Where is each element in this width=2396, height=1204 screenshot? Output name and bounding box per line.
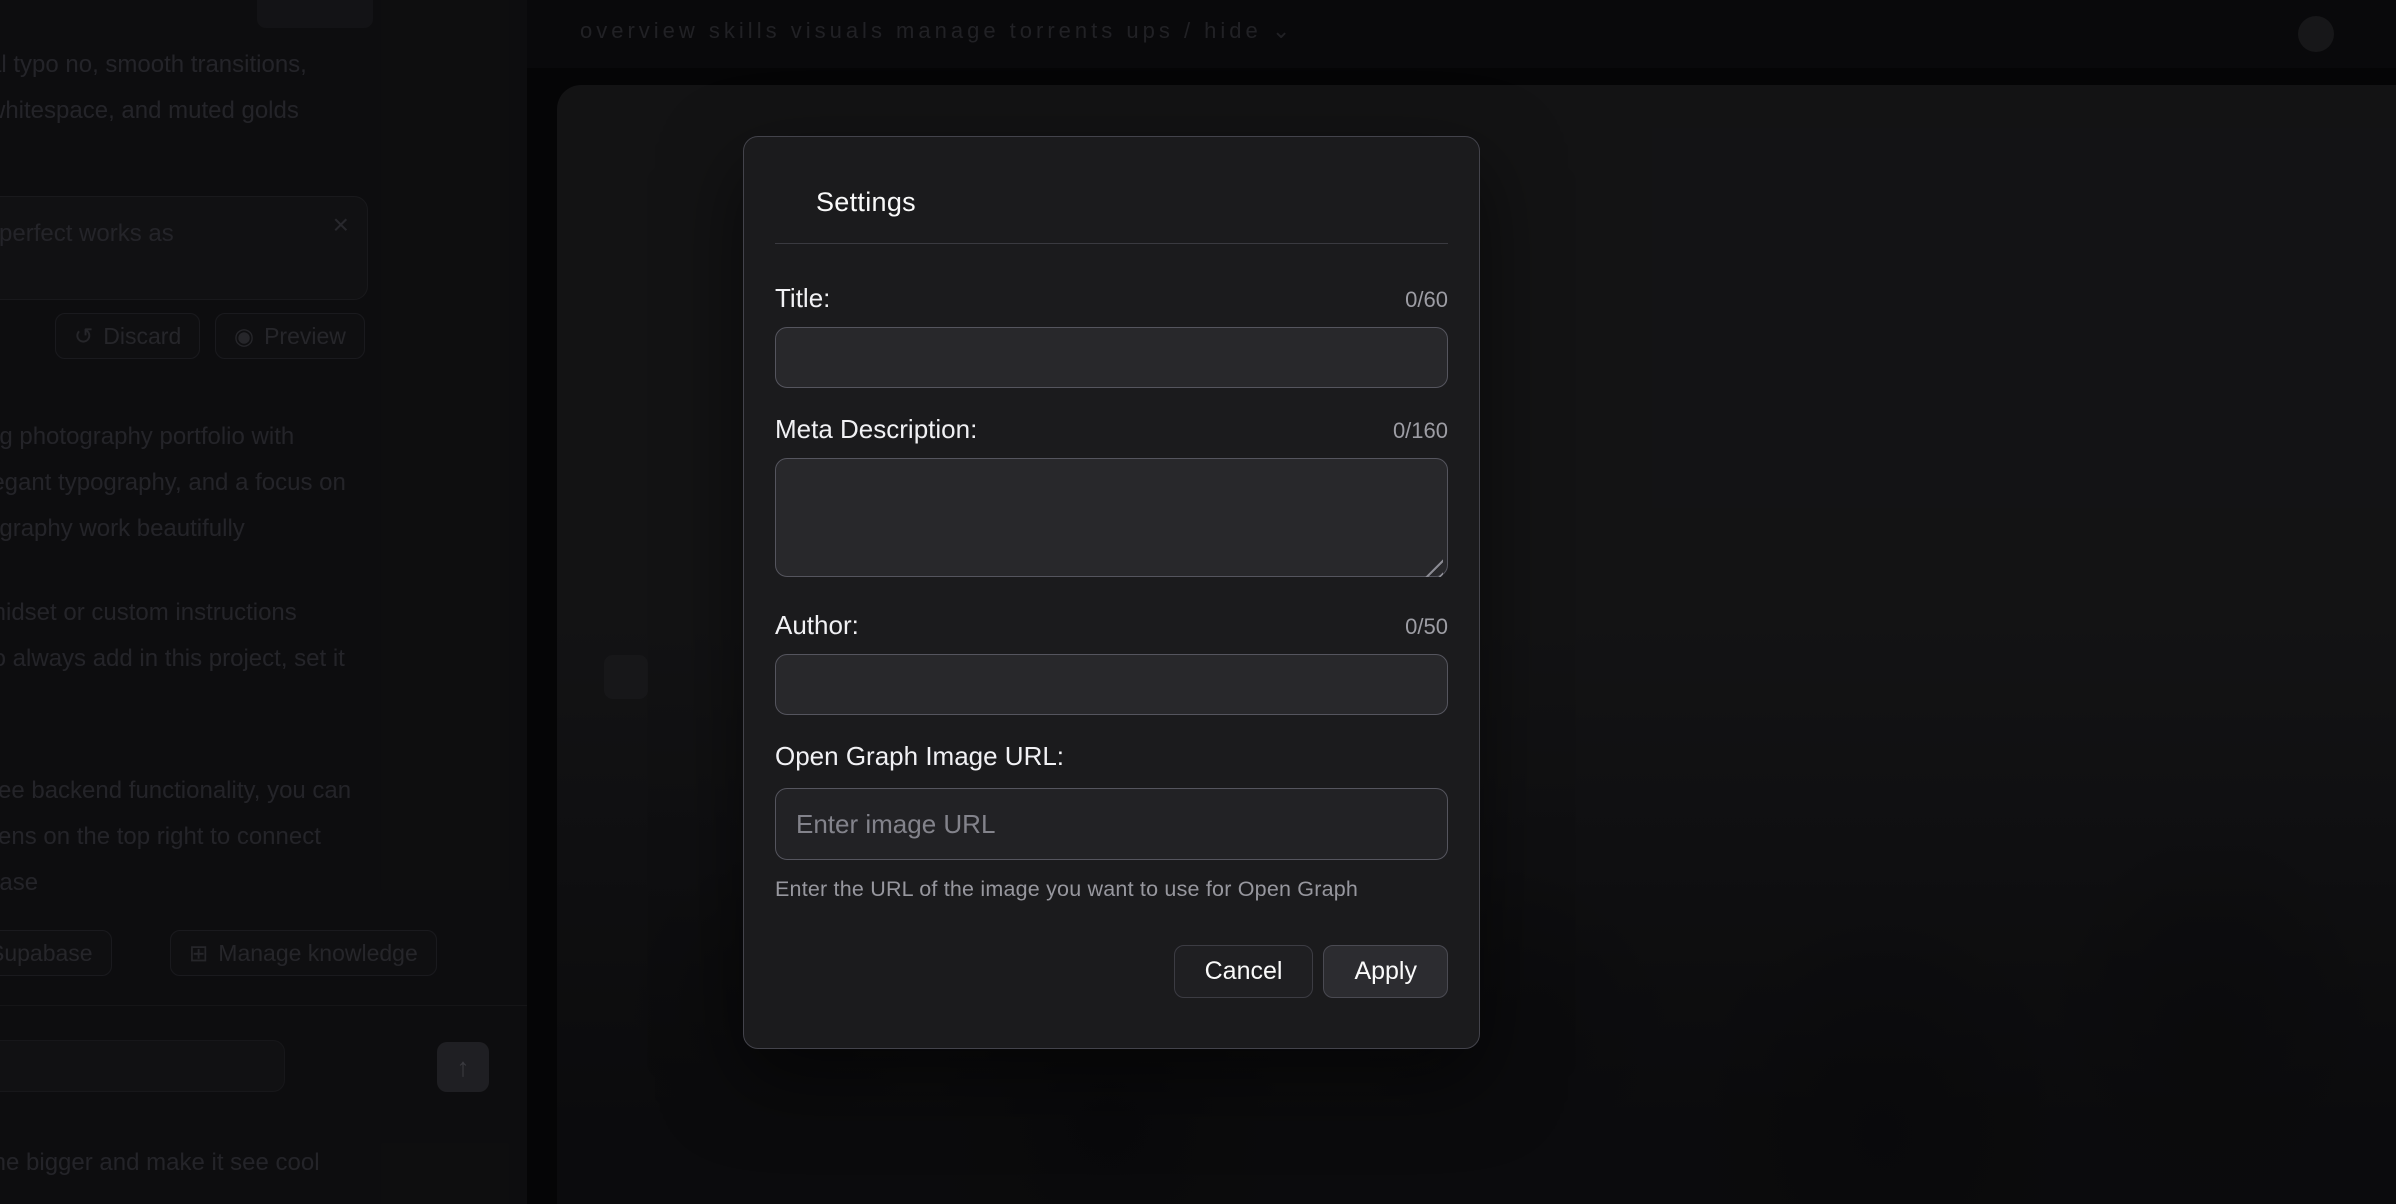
meta-description-char-counter: 0/160 xyxy=(1393,418,1448,444)
dialog-divider xyxy=(775,243,1448,244)
author-label: Author: xyxy=(775,610,859,641)
app-root: overview skills visuals manage torrents … xyxy=(0,0,2396,1204)
author-char-counter: 0/50 xyxy=(1405,614,1448,640)
title-char-counter: 0/60 xyxy=(1405,287,1448,313)
apply-button[interactable]: Apply xyxy=(1323,945,1448,998)
og-image-url-input[interactable] xyxy=(775,788,1448,860)
og-image-url-helper-text: Enter the URL of the image you want to u… xyxy=(775,877,1448,902)
og-image-url-label: Open Graph Image URL: xyxy=(775,741,1064,772)
dialog-title: Settings xyxy=(816,187,1448,218)
meta-description-textarea[interactable] xyxy=(775,458,1448,577)
title-label: Title: xyxy=(775,283,830,314)
meta-description-label: Meta Description: xyxy=(775,414,977,445)
author-input[interactable] xyxy=(775,654,1448,715)
title-input[interactable] xyxy=(775,327,1448,388)
cancel-button[interactable]: Cancel xyxy=(1174,945,1314,998)
settings-dialog: Settings Title: 0/60 Meta Description: 0… xyxy=(743,136,1480,1049)
